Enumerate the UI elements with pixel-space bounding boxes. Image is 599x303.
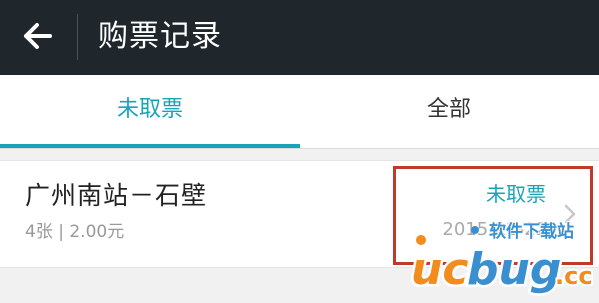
arrow-left-icon: [24, 23, 52, 49]
tab-all-label: 全部: [426, 97, 471, 122]
ticket-details: 4张 | 2.00元: [25, 222, 125, 242]
app-header: 购票记录: [0, 0, 599, 75]
site-watermark: 软件下载站 uc uc bug bug .cc .cc: [405, 220, 599, 299]
tab-active-indicator: [0, 144, 300, 148]
tab-bar: 未取票 全部: [0, 75, 599, 149]
ticket-route: 广州南站－石壁: [25, 181, 208, 210]
svg-text:bug: bug: [467, 244, 561, 295]
watermark-site-name: 软件下载站: [489, 222, 574, 242]
tab-unclaimed-label: 未取票: [116, 97, 183, 122]
header-divider: [77, 14, 78, 60]
back-button[interactable]: [18, 18, 58, 54]
svg-text:uc: uc: [411, 244, 468, 295]
tab-all[interactable]: 全部: [299, 75, 599, 148]
svg-text:.cc: .cc: [555, 262, 593, 290]
tab-unclaimed[interactable]: 未取票: [0, 75, 300, 148]
page-title: 购票记录: [98, 19, 222, 54]
